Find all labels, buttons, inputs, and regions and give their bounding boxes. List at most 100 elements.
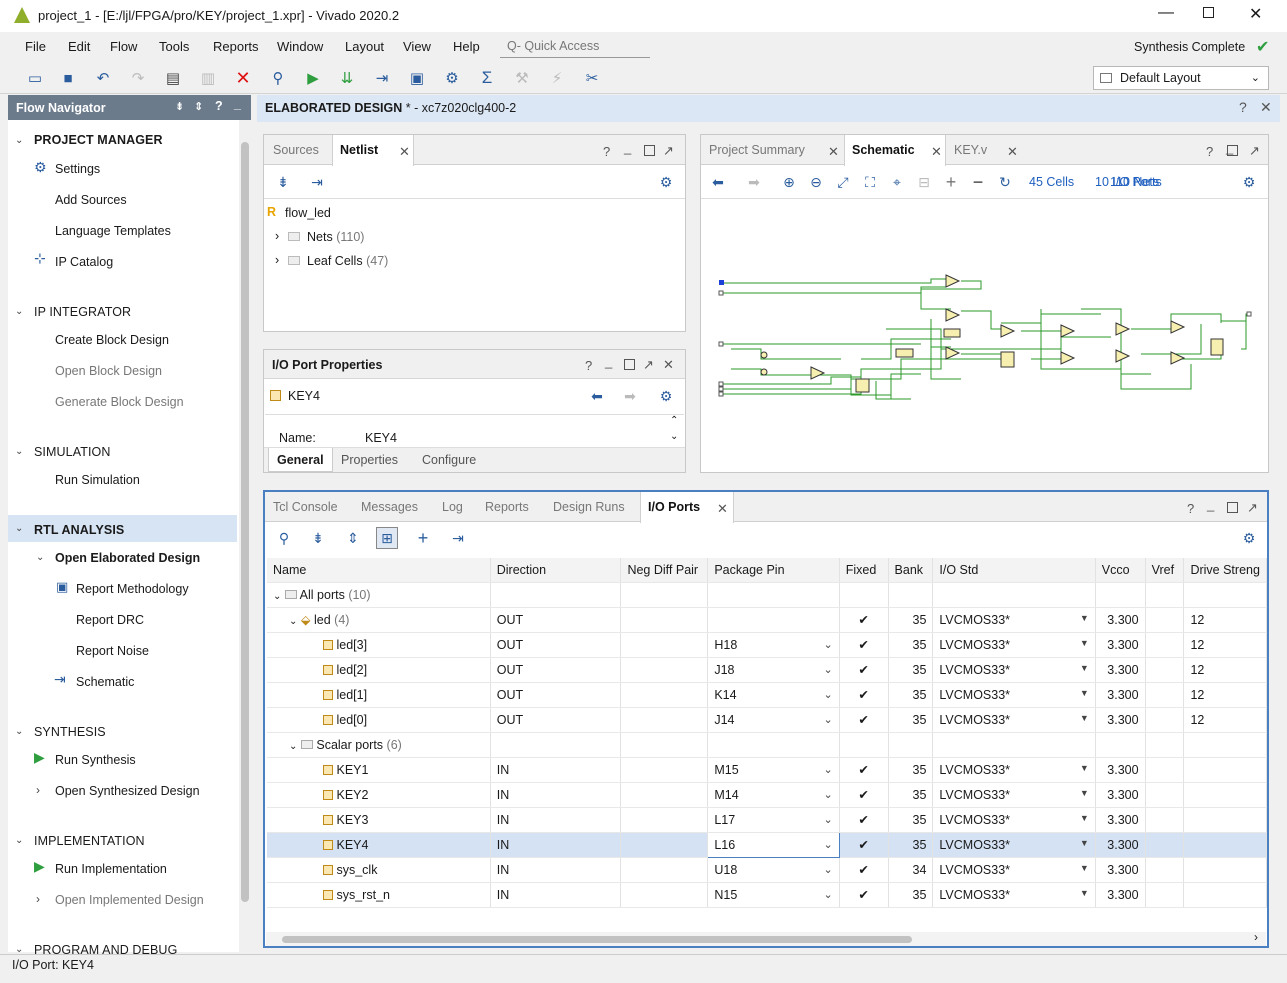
section-simulation[interactable]: SIMULATION [34, 445, 110, 459]
dropdown-arrow-icon[interactable]: ▼ [1080, 688, 1089, 698]
tab-design-runs[interactable]: Design Runs [546, 492, 632, 522]
cell-fixed[interactable]: ✔ [839, 682, 889, 708]
float-panel-icon[interactable]: ↗ [1247, 500, 1258, 516]
nav-open-synthesized-design[interactable]: Open Synthesized Design [55, 784, 200, 798]
minimize-panel-icon[interactable]: _ [605, 354, 612, 369]
chevron-down-icon[interactable]: ⌄ [824, 888, 833, 901]
table-row[interactable]: led[1] OUT K14 ⌄ ✔ 35 LVCMOS33* ▼ 3.300 12 [267, 682, 1267, 708]
layout-select[interactable]: Default Layout ⌄ [1093, 66, 1269, 90]
tab-sources[interactable]: Sources [266, 135, 326, 165]
delete-icon[interactable]: ✕ [233, 68, 253, 88]
paste-icon[interactable]: ▥ [198, 68, 218, 88]
cell-fixed[interactable]: ✔ [839, 657, 889, 683]
dropdown-arrow-icon[interactable]: ▼ [1080, 613, 1089, 623]
table-row[interactable]: KEY3 IN L17 ⌄ ✔ 35 LVCMOS33* ▼ 3.300 [267, 807, 1267, 833]
minimize-button[interactable]: — [1158, 4, 1174, 22]
back-arrow-icon[interactable]: ⬅ [586, 385, 608, 407]
dropdown-arrow-icon[interactable]: ▼ [1080, 713, 1089, 723]
chevron-down-icon[interactable]: ⌄ [824, 838, 833, 851]
help-icon[interactable]: ? [1239, 99, 1247, 115]
dropdown-arrow-icon[interactable]: ▼ [1080, 788, 1089, 798]
expand-icon[interactable]: + [940, 171, 962, 193]
cell-package-pin[interactable]: N15 ⌄ [707, 882, 840, 908]
cell-iostd[interactable]: LVCMOS33* ▼ [932, 832, 1096, 858]
tab-project-summary[interactable]: Project Summary [702, 135, 812, 165]
cell-fixed[interactable]: ✔ [839, 632, 889, 658]
save-icon[interactable]: ■ [58, 68, 78, 88]
zoom-in-icon[interactable]: ⊕ [778, 171, 800, 193]
gear-icon[interactable]: ⚙ [1238, 171, 1260, 193]
tab-key-v[interactable]: KEY.v [947, 135, 994, 165]
group-by-icon[interactable]: ⊞ [376, 527, 398, 549]
cell-fixed[interactable]: ✔ [839, 757, 889, 783]
chevron-right-icon[interactable]: › [36, 783, 40, 797]
tab-tcl-console[interactable]: Tcl Console [266, 492, 345, 522]
table-row[interactable]: sys_rst_n IN N15 ⌄ ✔ 35 LVCMOS33* ▼ 3.300 [267, 882, 1267, 908]
menu-file[interactable]: File [25, 39, 46, 54]
nav-report-drc[interactable]: Report DRC [76, 613, 144, 627]
gear-icon[interactable]: ⚙ [1238, 527, 1260, 549]
col-io-std[interactable]: I/O Std [932, 558, 1096, 583]
chevron-down-icon[interactable]: ⌄ [824, 663, 833, 676]
chevron-down-icon[interactable]: ⌄ [824, 788, 833, 801]
dropdown-arrow-icon[interactable]: ▼ [1080, 888, 1089, 898]
table-row[interactable]: ⌄ ⬙ led (4) OUT ✔ 35 LVCMOS33* ▼ 3.300 12 [267, 607, 1267, 633]
chevron-down-icon[interactable]: ⌄ [15, 306, 23, 317]
chevron-down-icon[interactable]: ⌄ [15, 446, 23, 457]
quick-access-input[interactable]: Q- Quick Access [500, 36, 650, 58]
float-panel-icon[interactable]: ↗ [663, 143, 674, 159]
menu-view[interactable]: View [403, 39, 431, 54]
maximize-panel-icon[interactable] [644, 145, 655, 156]
col-package-pin[interactable]: Package Pin [707, 558, 840, 583]
cell-fixed[interactable]: ✔ [839, 607, 889, 633]
maximize-panel-icon[interactable] [1227, 145, 1238, 156]
copy-icon[interactable]: ▤ [163, 68, 183, 88]
leaf-cells-node[interactable]: Leaf Cells (47) [307, 254, 388, 268]
undo-icon[interactable]: ↶ [93, 68, 113, 88]
scroll-up-icon[interactable]: ⌃ [670, 415, 678, 426]
col-name[interactable]: Name [267, 558, 491, 583]
close-window-button[interactable]: ✕ [1249, 4, 1262, 24]
schematic-canvas[interactable] [701, 199, 1268, 472]
tab-messages[interactable]: Messages [354, 492, 425, 522]
nav-scrollbar[interactable] [239, 120, 251, 952]
nav-generate-block-design[interactable]: Generate Block Design [55, 395, 184, 409]
close-icon[interactable]: ✕ [1260, 99, 1272, 116]
gear-icon[interactable]: ⚙ [655, 385, 677, 407]
menu-flow[interactable]: Flow [110, 39, 137, 54]
nav-report-noise[interactable]: Report Noise [76, 644, 149, 658]
menu-tools[interactable]: Tools [159, 39, 189, 54]
help-icon[interactable]: ? [585, 358, 592, 373]
minimize-panel-icon[interactable]: _ [624, 140, 631, 155]
help-icon[interactable]: ? [1206, 144, 1213, 159]
cell-iostd[interactable]: LVCMOS33* ▼ [932, 632, 1096, 658]
zoom-area-icon[interactable]: ⛶ [859, 171, 881, 193]
dropdown-arrow-icon[interactable]: ▼ [1080, 838, 1089, 848]
cell-package-pin[interactable]: H18 ⌄ [707, 632, 840, 658]
col-vref[interactable]: Vref [1145, 558, 1185, 583]
zoom-fit-icon[interactable]: ⤢ [832, 171, 854, 193]
table-row[interactable]: led[0] OUT J14 ⌄ ✔ 35 LVCMOS33* ▼ 3.300 12 [267, 707, 1267, 733]
cell-package-pin[interactable]: L17 ⌄ [707, 807, 840, 833]
table-row[interactable]: KEY1 IN M15 ⌄ ✔ 35 LVCMOS33* ▼ 3.300 [267, 757, 1267, 783]
find-icon[interactable]: ⚲ [268, 68, 288, 88]
cell-iostd[interactable]: LVCMOS33* ▼ [932, 707, 1096, 733]
table-row[interactable]: sys_clk IN U18 ⌄ ✔ 34 LVCMOS33* ▼ 3.300 [267, 857, 1267, 883]
cell-iostd[interactable]: LVCMOS33* ▼ [932, 682, 1096, 708]
search-icon[interactable]: ⚲ [273, 527, 295, 549]
maximize-panel-icon[interactable] [1227, 502, 1238, 513]
zoom-out-icon[interactable]: ⊖ [805, 171, 827, 193]
col-vcco[interactable]: Vcco [1095, 558, 1146, 583]
cell-iostd[interactable]: LVCMOS33* ▼ [932, 607, 1096, 633]
dropdown-arrow-icon[interactable]: ▼ [1080, 763, 1089, 773]
cell-package-pin[interactable]: J14 ⌄ [707, 707, 840, 733]
menu-edit[interactable]: Edit [68, 39, 90, 54]
help-icon[interactable]: ? [215, 99, 223, 113]
tab-general[interactable]: General [268, 448, 333, 472]
scroll-down-icon[interactable]: ⌄ [670, 431, 678, 442]
tab-log[interactable]: Log [435, 492, 470, 522]
cell-iostd[interactable]: LVCMOS33* ▼ [932, 807, 1096, 833]
maximize-button[interactable] [1203, 7, 1214, 18]
cell-package-pin[interactable]: L16 ⌄ [707, 831, 840, 858]
io-ports-hscrollbar[interactable]: › [266, 930, 1266, 946]
